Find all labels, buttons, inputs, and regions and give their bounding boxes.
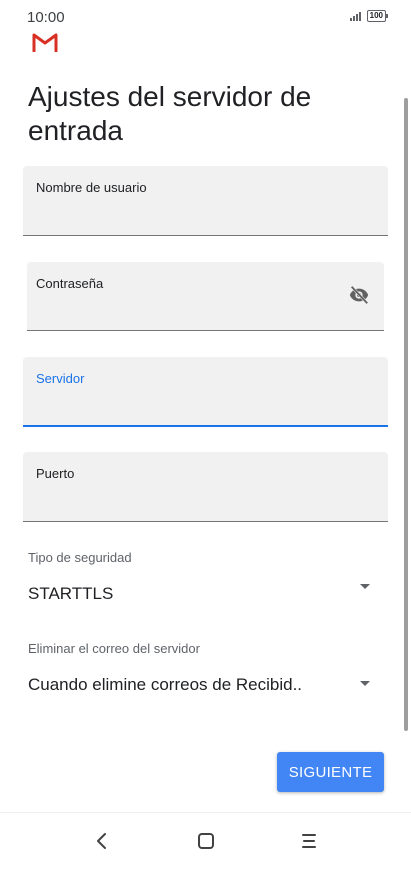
server-underline — [23, 425, 388, 427]
chevron-down-icon — [360, 681, 370, 686]
port-field[interactable]: Puerto — [23, 452, 388, 522]
port-input[interactable] — [36, 490, 375, 512]
username-field[interactable]: Nombre de usuario — [23, 166, 388, 236]
delete-from-server-label: Eliminar el correo del servidor — [28, 641, 200, 656]
security-type-value: STARTTLS — [28, 584, 114, 603]
chevron-down-icon — [360, 584, 370, 589]
delete-from-server-value: Cuando elimine correos de Recibid.. — [28, 675, 303, 694]
port-label: Puerto — [36, 466, 75, 481]
home-icon[interactable] — [192, 827, 220, 855]
gmail-icon — [32, 33, 58, 52]
battery-level: 100 — [369, 11, 383, 20]
password-label: Contraseña — [36, 276, 104, 291]
status-icons: 100 — [349, 10, 389, 22]
port-underline — [23, 521, 388, 522]
scrollbar[interactable] — [404, 98, 408, 731]
next-button[interactable]: SIGUIENTE — [277, 752, 384, 792]
server-label: Servidor — [36, 371, 85, 386]
username-label: Nombre de usuario — [36, 180, 147, 195]
battery-icon: 100 — [366, 10, 389, 22]
password-field[interactable]: Contraseña — [27, 262, 384, 331]
status-time: 10:00 — [27, 9, 65, 26]
status-bar: 10:00 100 — [0, 0, 411, 32]
server-field[interactable]: Servidor — [23, 357, 388, 427]
security-type-label: Tipo de seguridad — [28, 550, 132, 565]
security-type-select[interactable]: STARTTLS — [23, 575, 388, 611]
server-input[interactable] — [36, 395, 375, 417]
visibility-off-icon[interactable] — [346, 284, 372, 306]
password-input[interactable] — [36, 299, 334, 321]
username-underline — [23, 235, 388, 236]
username-input[interactable] — [36, 204, 375, 226]
page-title: Ajustes del servidor de entrada — [28, 81, 312, 146]
navigation-bar — [0, 812, 411, 869]
back-icon[interactable] — [88, 827, 116, 855]
delete-from-server-select[interactable]: Cuando elimine correos de Recibid.. — [23, 665, 388, 705]
menu-icon[interactable] — [295, 827, 323, 855]
password-underline — [27, 330, 384, 331]
signal-icon — [349, 11, 361, 21]
